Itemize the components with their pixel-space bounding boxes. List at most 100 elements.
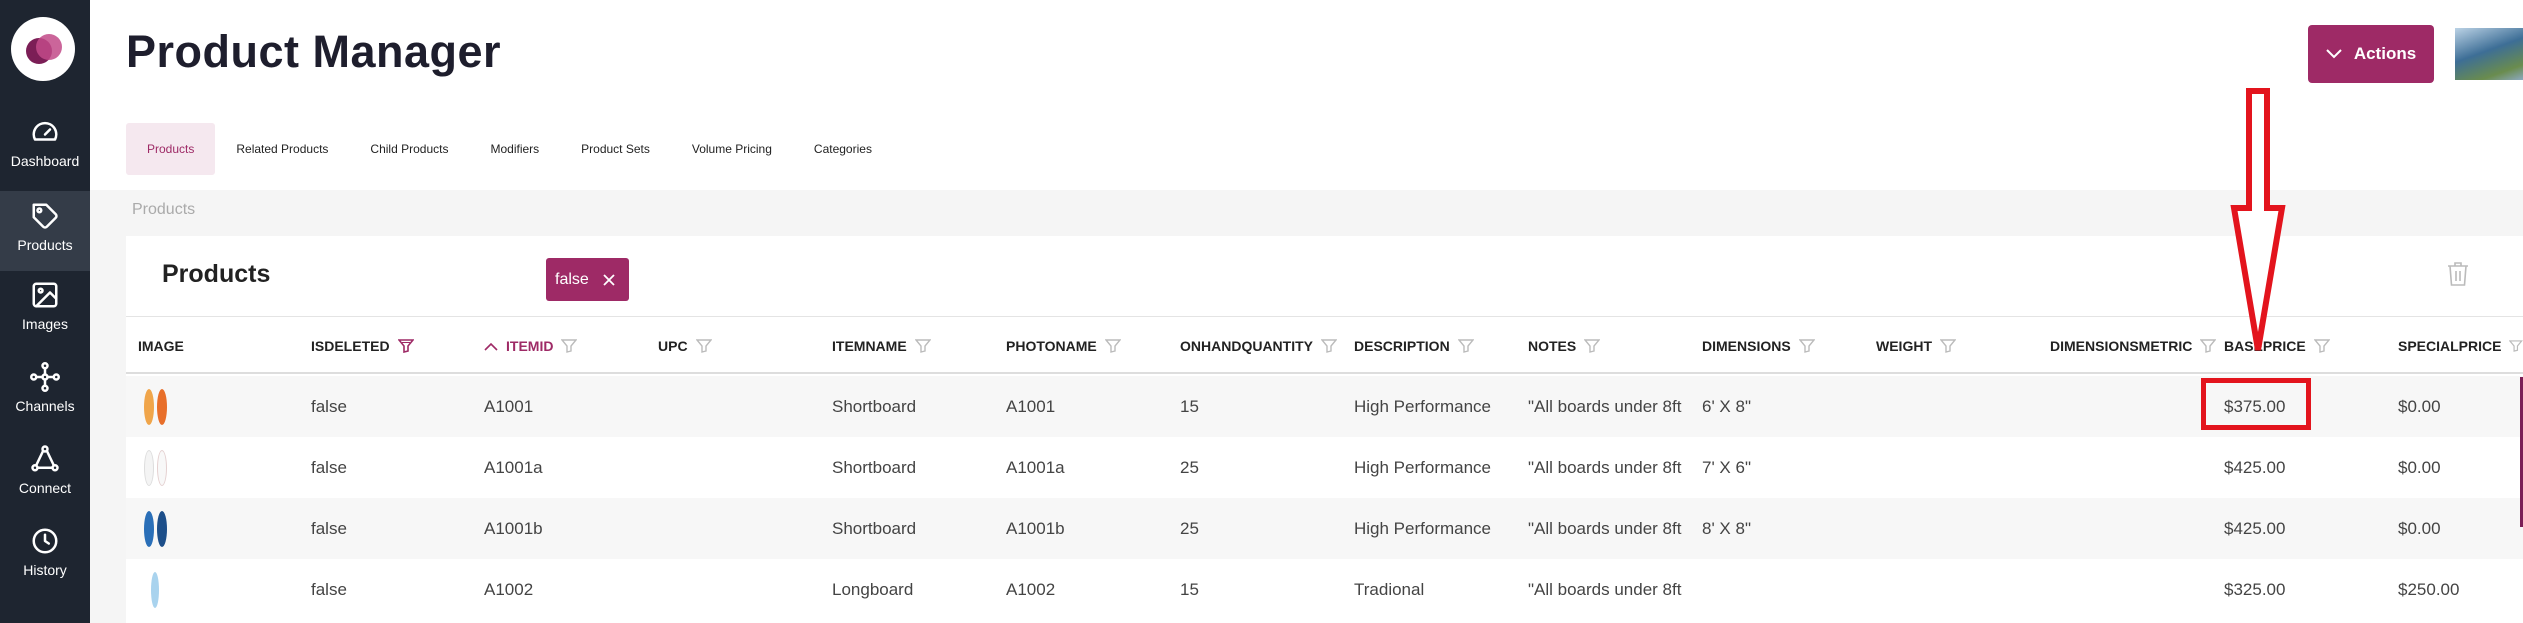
cell-notes: "All boards under 8ft (1528, 518, 1682, 538)
column-header-isdeleted[interactable]: ISDELETED (311, 317, 471, 375)
column-header-dimensionsmetric[interactable]: DIMENSIONSMETRIC (2050, 317, 2218, 375)
sidebar-item-channels[interactable]: Channels (0, 362, 90, 442)
cell-itemid: A1001 (484, 396, 534, 416)
cell-photoname: A1001 (1006, 396, 1056, 416)
sidebar-item-dashboard[interactable]: Dashboard (0, 117, 90, 197)
cell-itemname: Shortboard (832, 518, 917, 538)
cell-onhandquantity: 15 (1180, 579, 1199, 599)
filter-icon[interactable] (561, 339, 578, 353)
table-row[interactable]: false A1001a Shortboard A1001a 25 High P… (126, 437, 2523, 498)
cell-isdeleted: false (311, 396, 347, 416)
app-logo[interactable] (11, 17, 75, 81)
sidebar: Dashboard Products Images Channels Conne… (0, 0, 90, 623)
sidebar-item-label: Dashboard (10, 153, 80, 169)
tab-related-products[interactable]: Related Products (215, 123, 349, 175)
sidebar-item-connect[interactable]: Connect (0, 444, 90, 524)
cell-description: High Performance (1354, 518, 1492, 538)
filter-icon[interactable] (1584, 339, 1601, 353)
chevron-down-icon (2326, 49, 2342, 59)
tab-modifiers[interactable]: Modifiers (469, 123, 560, 175)
tab-volume-pricing[interactable]: Volume Pricing (671, 123, 793, 175)
cell-specialprice: $0.00 (2398, 396, 2441, 416)
product-thumbnail (138, 498, 172, 559)
filter-icon[interactable] (1321, 339, 1337, 353)
cell-dimensions: 7' X 6" (1702, 457, 1751, 477)
page-header: Product Manager Actions Products Related… (90, 0, 2523, 190)
clock-icon (32, 528, 58, 554)
network-icon (30, 362, 60, 392)
column-header-itemid[interactable]: ITEMID (484, 317, 644, 375)
filter-icon[interactable] (1457, 339, 1474, 353)
column-header-upc[interactable]: UPC (658, 317, 818, 375)
column-header-photoname[interactable]: PHOTONAME (1006, 317, 1166, 375)
filter-icon[interactable] (1940, 339, 1956, 353)
cell-specialprice: $0.00 (2398, 518, 2441, 538)
close-icon[interactable] (603, 273, 615, 286)
cell-description: High Performance (1354, 396, 1492, 416)
cell-description: Tradional (1354, 579, 1425, 599)
filter-icon[interactable] (695, 339, 712, 353)
filter-active-icon[interactable] (397, 339, 414, 353)
filter-icon[interactable] (1104, 339, 1121, 353)
cell-description: High Performance (1354, 457, 1492, 477)
annotation-highlight-box (2201, 378, 2311, 430)
filter-icon[interactable] (914, 339, 931, 353)
tab-product-sets[interactable]: Product Sets (560, 123, 671, 175)
sidebar-item-images[interactable]: Images (0, 280, 90, 360)
breadcrumb[interactable]: Products (132, 201, 195, 219)
cell-specialprice: $250.00 (2398, 579, 2460, 599)
table-row[interactable]: false A1001b Shortboard A1001b 25 High P… (126, 498, 2523, 559)
sort-ascending-icon[interactable] (484, 342, 498, 351)
filter-icon[interactable] (1798, 339, 1815, 353)
cell-baseprice: $425.00 (2224, 518, 2286, 538)
cell-itemname: Shortboard (832, 396, 917, 416)
tag-icon (32, 203, 58, 229)
column-header-image: IMAGE (138, 338, 184, 354)
logo-shape (36, 34, 62, 60)
column-header-dimensions[interactable]: DIMENSIONS (1702, 317, 1862, 375)
column-header-specialprice[interactable]: SPECIALPRICE (2398, 317, 2523, 375)
cell-baseprice: $325.00 (2224, 579, 2286, 599)
cell-onhandquantity: 15 (1180, 396, 1199, 416)
sidebar-item-label: Connect (18, 480, 72, 496)
cell-isdeleted: false (311, 518, 347, 538)
tab-child-products[interactable]: Child Products (349, 123, 469, 175)
cell-itemid: A1001a (484, 457, 543, 477)
filter-icon[interactable] (2509, 339, 2523, 353)
column-header-notes[interactable]: NOTES (1528, 317, 1688, 375)
annotation-arrow-icon (2230, 88, 2286, 351)
product-thumbnail (138, 376, 172, 437)
cell-itemid: A1002 (484, 579, 534, 599)
cell-specialprice: $0.00 (2398, 457, 2441, 477)
filter-chip[interactable]: false (546, 258, 629, 301)
actions-button[interactable]: Actions (2308, 25, 2434, 83)
column-header-description[interactable]: DESCRIPTION (1354, 317, 1514, 375)
cell-itemid: A1001b (484, 518, 543, 538)
cell-itemname: Longboard (832, 579, 914, 599)
cell-photoname: A1002 (1006, 579, 1056, 599)
cell-dimensions: 6' X 8" (1702, 396, 1751, 416)
table-header: IMAGE ISDELETED ITEMID UPC ITEMNAME PHOT… (126, 316, 2523, 374)
gauge-icon (32, 121, 58, 141)
filter-icon[interactable] (2200, 339, 2216, 353)
tab-bar: Products Related Products Child Products… (126, 123, 893, 175)
user-avatar[interactable] (2455, 28, 2523, 80)
tab-categories[interactable]: Categories (793, 123, 893, 175)
cell-notes: "All boards under 8ft (1528, 579, 1682, 599)
table-row[interactable]: false A1001 Shortboard A1001 15 High Per… (126, 376, 2523, 437)
column-header-itemname[interactable]: ITEMNAME (832, 317, 992, 375)
column-header-weight[interactable]: WEIGHT (1876, 317, 2036, 375)
sidebar-item-products[interactable]: Products (0, 191, 90, 271)
tab-products[interactable]: Products (126, 123, 216, 175)
sidebar-item-history[interactable]: History (0, 526, 90, 606)
cell-itemname: Shortboard (832, 457, 917, 477)
trash-icon[interactable] (2447, 261, 2469, 287)
products-panel: Products false IMAGE ISDELETED ITEMID UP… (126, 236, 2523, 623)
column-header-onhandquantity[interactable]: ONHANDQUANTITY (1180, 317, 1346, 375)
table-row[interactable]: false A1002 Longboard A1002 15 Tradional… (126, 559, 2523, 620)
cell-baseprice: $425.00 (2224, 457, 2286, 477)
cell-notes: "All boards under 8ft (1528, 457, 1682, 477)
filter-icon[interactable] (2313, 339, 2330, 353)
cell-onhandquantity: 25 (1180, 518, 1199, 538)
image-icon (32, 282, 58, 308)
